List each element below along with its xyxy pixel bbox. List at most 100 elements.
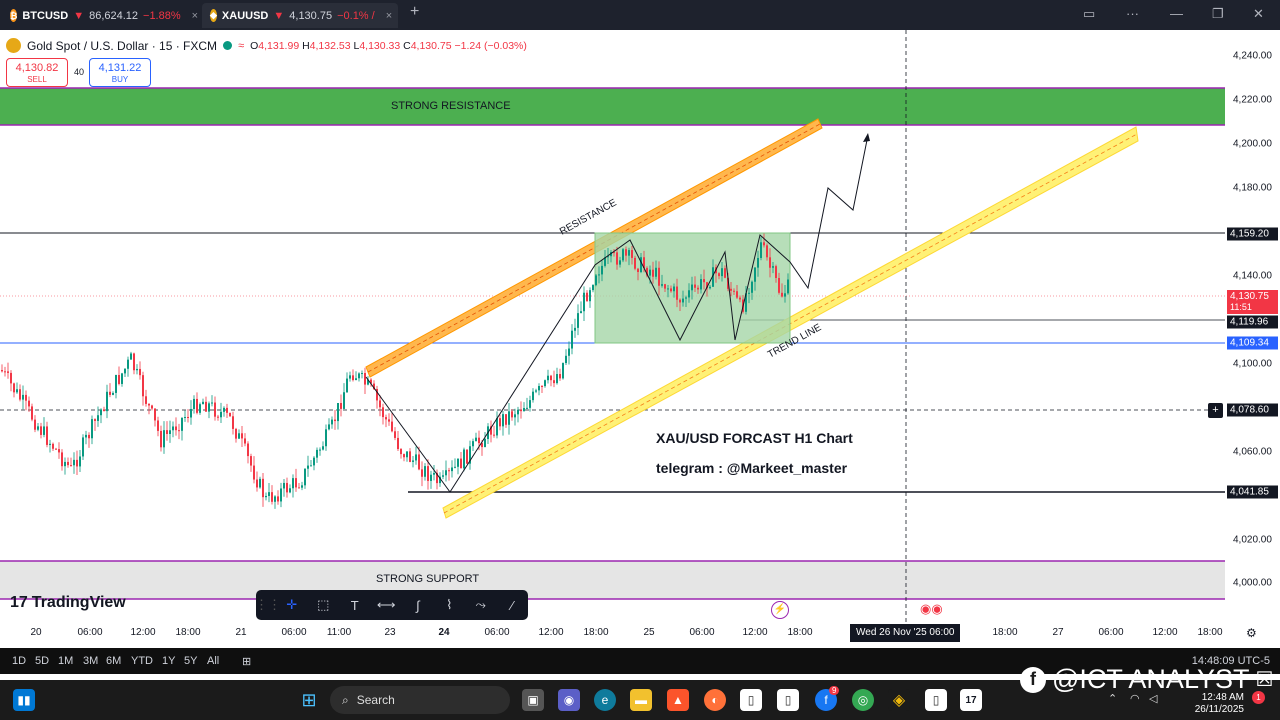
maximize-button[interactable]: ❐	[1212, 6, 1224, 22]
candle-body	[145, 396, 147, 404]
candle-body	[517, 409, 519, 415]
buy-button[interactable]: 4,131.22 BUY	[89, 58, 151, 87]
range-ytd[interactable]: YTD	[131, 655, 153, 667]
minimize-button[interactable]: —	[1170, 6, 1183, 21]
tab-btcusd[interactable]: ₿ BTCUSD ▼ 86,624.12 −1.88% ×	[2, 3, 198, 28]
candle-body	[781, 292, 783, 297]
rectangle-tool-icon[interactable]: ⬚	[308, 590, 340, 620]
curve-tool-icon[interactable]: ∫	[402, 590, 434, 620]
price-chart[interactable]	[0, 30, 1225, 640]
new-tab-button[interactable]: +	[410, 3, 419, 21]
more-icon[interactable]: ···	[1126, 6, 1139, 21]
document-icon[interactable]: ▯	[740, 689, 762, 711]
firefox-icon[interactable]: ◐	[704, 689, 726, 711]
candle-body	[10, 372, 12, 384]
candle-body	[397, 437, 399, 450]
tab-price: 86,624.12	[89, 9, 139, 22]
candle-body	[232, 416, 234, 429]
range-5y[interactable]: 5Y	[184, 655, 197, 667]
path-tool-icon[interactable]: ⌇	[434, 590, 466, 620]
start-icon[interactable]: ⊞	[298, 689, 320, 711]
us-flag-events-icon[interactable]: ◉◉	[920, 601, 950, 619]
candle-body	[274, 496, 276, 502]
time-label: 12:00	[130, 627, 156, 638]
candle-body	[499, 418, 501, 427]
candle-body	[523, 408, 525, 412]
event-icon[interactable]: ⚡	[771, 601, 789, 619]
close-window-button[interactable]: ✕	[1253, 6, 1264, 22]
date-range-icon[interactable]: ⊞	[242, 655, 251, 668]
range-1d[interactable]: 1D	[12, 655, 26, 667]
sell-button[interactable]: 4,130.82 SELL	[6, 58, 68, 87]
candle-body	[112, 392, 114, 395]
price-tick: 4,220.00	[1233, 94, 1272, 106]
price-scale[interactable]: 4,240.00 4,220.00 4,200.00 4,180.00 4,14…	[1225, 30, 1280, 640]
time-label: 18:00	[992, 627, 1018, 638]
candle-body	[559, 374, 561, 379]
candle-body	[325, 429, 327, 447]
time-label: 06:00	[1098, 627, 1124, 638]
binance-icon[interactable]: ◈	[888, 689, 910, 711]
line-tool-icon[interactable]: ⟷	[371, 590, 403, 620]
price-tag: 4,159.20	[1227, 227, 1278, 241]
candle-body	[583, 292, 585, 312]
candle-body	[253, 465, 255, 480]
range-1y[interactable]: 1Y	[162, 655, 175, 667]
brave-icon[interactable]: ▲	[667, 689, 689, 711]
candle-body	[568, 348, 570, 356]
task-view-icon[interactable]: ▣	[522, 689, 544, 711]
candle-body	[103, 409, 105, 412]
tab-xauusd[interactable]: ◆ XAUUSD ▼ 4,130.75 −0.1% / ×	[202, 3, 398, 28]
trendline-tool-icon[interactable]: ⁄	[497, 590, 529, 620]
candle-body	[142, 375, 144, 397]
price-tick: 4,020.00	[1233, 534, 1272, 546]
range-6m[interactable]: 6M	[106, 655, 121, 667]
price-tick: 4,140.00	[1233, 270, 1272, 282]
document-icon[interactable]: ▯	[925, 689, 947, 711]
candle-body	[685, 297, 687, 299]
settings-gear-icon[interactable]: ⚙	[1246, 626, 1257, 640]
candle-body	[544, 380, 546, 387]
candle-body	[472, 441, 474, 447]
folder-icon[interactable]: ▬	[630, 689, 652, 711]
teams-icon[interactable]: ◉	[558, 689, 580, 711]
crosshair-tool-icon[interactable]: ✛	[276, 590, 308, 620]
app-icon[interactable]: ▮▮	[13, 689, 35, 711]
time-axis[interactable]: 20 06:00 12:00 18:00 21 06:00 11:00 23 2…	[0, 622, 1280, 644]
range-1m[interactable]: 1M	[58, 655, 73, 667]
range-3m[interactable]: 3M	[83, 655, 98, 667]
taskbar-search[interactable]: ⌕ Search	[330, 686, 510, 714]
close-tab-icon[interactable]: ×	[386, 10, 392, 22]
text-tool-icon[interactable]: T	[339, 590, 371, 620]
candle-body	[151, 405, 153, 409]
add-alert-icon[interactable]: +	[1208, 403, 1223, 418]
tradingview-taskbar-icon[interactable]: 17	[960, 689, 982, 711]
document-icon[interactable]: ▯	[777, 689, 799, 711]
price-tick: 4,200.00	[1233, 138, 1272, 150]
chrome-icon[interactable]: ◎	[852, 689, 874, 711]
candle-body	[37, 426, 39, 430]
candle-body	[415, 454, 417, 461]
range-5d[interactable]: 5D	[35, 655, 49, 667]
candle-body	[298, 487, 300, 489]
candle-body	[133, 353, 135, 371]
candle-body	[289, 488, 291, 493]
candle-body	[484, 438, 486, 448]
candle-body	[592, 285, 594, 291]
close-tab-icon[interactable]: ×	[192, 10, 198, 22]
candle-body	[595, 275, 597, 286]
symbol-title[interactable]: Gold Spot / U.S. Dollar · 15 · FXCM	[27, 39, 217, 53]
candle-body	[304, 468, 306, 486]
candle-body	[424, 466, 426, 477]
edge-icon[interactable]: e	[594, 689, 616, 711]
ohlc-values: O4,131.99 H4,132.53 L4,130.33 C4,130.75 …	[250, 39, 527, 52]
system-clock[interactable]: 12:48 AM 26/11/2025	[1195, 692, 1244, 716]
range-all[interactable]: All	[207, 655, 219, 667]
candle-body	[328, 424, 330, 430]
brush-tool-icon[interactable]: ⤳	[465, 590, 497, 620]
price-tag: 4,119.96	[1227, 315, 1278, 329]
drag-handle-icon[interactable]: ⋮⋮	[255, 590, 281, 620]
candle-body	[205, 401, 207, 412]
time-label: 12:00	[538, 627, 564, 638]
layout-icon[interactable]: ▭	[1083, 6, 1095, 22]
